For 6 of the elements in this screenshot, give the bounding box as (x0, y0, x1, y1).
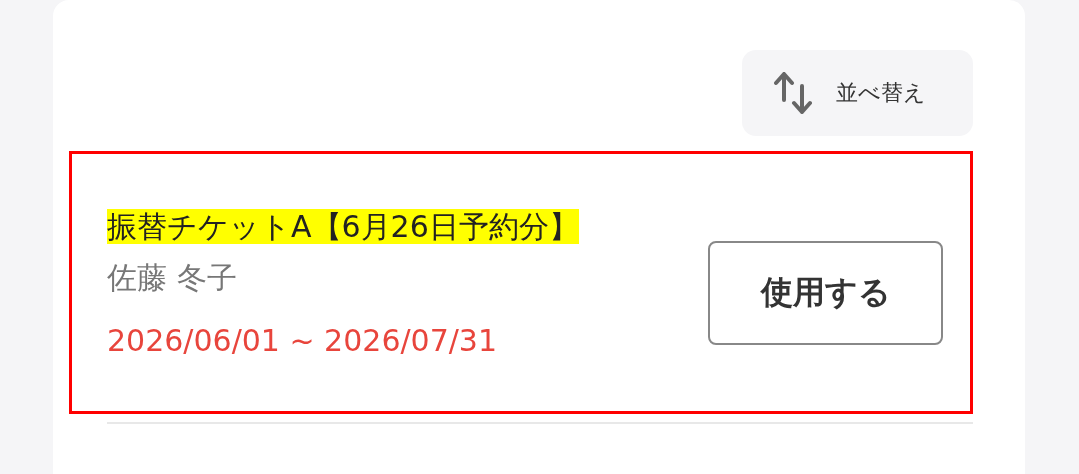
holder-name: 佐藤 冬子 (107, 259, 238, 297)
ticket-title: 振替チケットA【6月26日予約分】 (107, 209, 579, 244)
validity-period: 2026/06/01 ~ 2026/07/31 (107, 323, 499, 358)
sort-icon (774, 70, 812, 116)
sort-button[interactable]: 並べ替え (742, 50, 973, 136)
use-button[interactable]: 使用する (708, 240, 943, 345)
